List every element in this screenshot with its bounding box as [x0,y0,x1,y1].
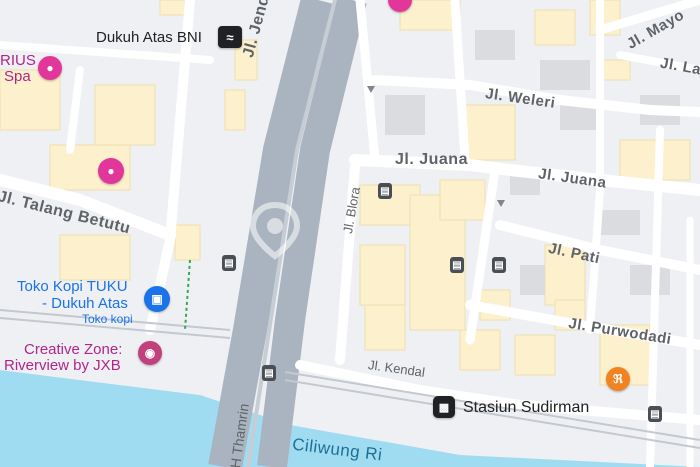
poi-label-dukuh-atas[interactable]: - Dukuh Atas [42,295,128,312]
hotel-icon[interactable]: ● [98,158,124,184]
bus-icon[interactable]: ▤ [222,255,236,271]
camera-icon[interactable]: ◉ [138,341,162,365]
oneway-arrow-icon [367,86,375,93]
bus-icon[interactable]: ▤ [492,257,506,273]
poi-category-toko-kopi: Toko kopi [82,312,133,326]
poi-label-spa[interactable]: Spa [4,68,31,85]
bus-icon[interactable]: ▤ [450,257,464,273]
poi-label-dukuh-atas-bni[interactable]: Dukuh Atas BNI [96,29,202,46]
poi-label-toko-kopi[interactable]: Toko Kopi TUKU [17,278,128,295]
mrt-icon[interactable]: ≈ [218,26,242,48]
bus-icon[interactable]: ▤ [648,406,662,422]
hotel-icon[interactable]: ● [38,56,62,80]
watermark-logo-icon [249,201,301,260]
train-icon[interactable]: ▩ [433,396,455,418]
street-label-juana: Jl. Juana [395,151,468,168]
poi-label-riverview[interactable]: Riverview by JXB [4,357,121,374]
shopping-bag-icon[interactable]: ▣ [144,286,170,312]
oneway-arrow-icon [497,200,505,207]
map-view[interactable]: Jl. Jenderal S Jl. Juana Jl. Juana Jl. W… [0,0,700,467]
poi-label-creative-zone[interactable]: Creative Zone: [24,341,122,358]
poi-label-stasiun-sudirman[interactable]: Stasiun Sudirman [463,399,589,417]
poi-label-rius[interactable]: RIUS [0,52,36,69]
bus-icon[interactable]: ▤ [378,183,392,199]
restaurant-icon[interactable]: ℜ [606,367,630,391]
bus-icon[interactable]: ▤ [262,365,276,381]
